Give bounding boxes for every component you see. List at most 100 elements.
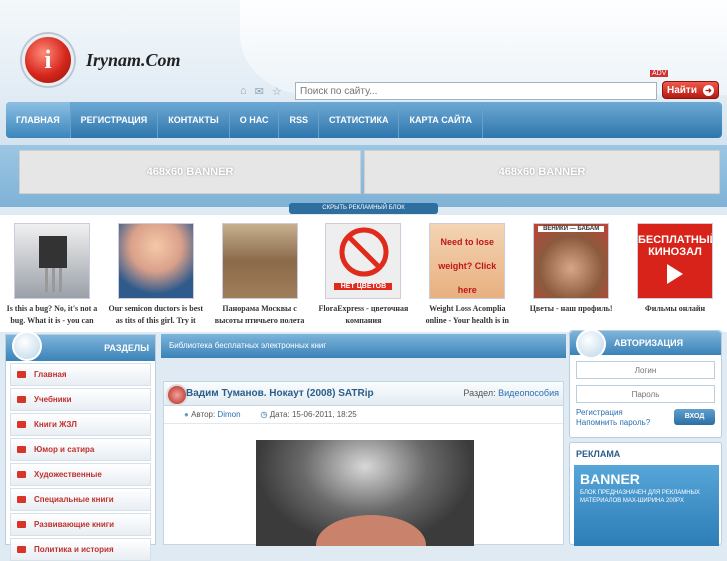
side-banner-text: БЛОК ПРЕДНАЗНАЧЕН ДЛЯ РЕКЛАМНЫХ МАТЕРИАЛ… [580,490,700,504]
category-link[interactable]: Видеопособия [498,388,559,398]
ad-item[interactable]: Need to lose weight? Click here Weight L… [419,215,515,332]
sidebar-item-textbooks[interactable]: Учебники [10,388,151,411]
magnifier-icon [12,331,42,361]
folder-icon [17,521,26,528]
ad-image[interactable] [221,223,298,299]
key-icon [576,329,606,359]
main-content: Библиотека бесплатных электронных книг В… [161,334,566,546]
ad-image[interactable]: Need to lose weight? Click here [429,223,506,299]
post-category: Раздел: Видеопособия [463,388,559,398]
post-title[interactable]: Вадим Туманов. Нокаут (2008) SATRip [186,388,374,399]
header-decoration [240,0,727,95]
date-value: 15-06-2011, 18:25 [291,410,357,419]
category-label: Раздел: [463,388,496,398]
sidebar-item-special[interactable]: Специальные книги [10,488,151,511]
nav-rss[interactable]: RSS [279,102,319,138]
sidebar-item-home[interactable]: Главная [10,363,151,386]
adv-label: ADV [650,70,669,77]
folder-icon [17,471,26,478]
ad-caption[interactable]: FloraExpress - цветочная компания [315,303,411,329]
ad-caption[interactable]: Is this a bug? No, it's not a bug. What … [4,303,100,329]
post-icon [166,384,188,406]
ad-caption[interactable]: Weight Loss Acomplia online - Your healt… [419,303,515,329]
post-date: ◷ Дата: 15-06-2011, 18:25 [261,410,357,423]
sidebar-item-label: Развивающие книги [34,520,115,529]
nav-home[interactable]: ГЛАВНАЯ [6,102,71,138]
logo-letter: i [44,45,52,74]
ad-caption[interactable]: Фильмы онлайн [627,303,723,329]
post-header: Вадим Туманов. Нокаут (2008) SATRip Разд… [164,382,563,406]
header: i Irynam.Com ⌂ ✉ ☆ ADV Найти ➜ ГЛАВНАЯ Р… [0,0,727,145]
author-label: Автор: [191,410,216,419]
sections-title: РАЗДЕЛЫ [104,343,149,353]
ad-image[interactable]: ВЕНИКИ — БАБАМ [533,223,610,299]
arrow-icon: ➜ [702,84,714,96]
sidebar-item-biographies[interactable]: Книги ЖЗЛ [10,413,151,436]
ad-caption[interactable]: Панорама Москвы с высоты птичьего полета [212,303,308,329]
folder-icon [17,546,26,553]
ad-item[interactable]: Панорама Москвы с высоты птичьего полета [212,215,308,332]
nav-sitemap[interactable]: КАРТА САЙТА [399,102,483,138]
top-banner-right[interactable]: 468x60 BANNER [364,150,720,194]
sidebar-item-label: Главная [34,370,67,379]
ad-caption[interactable]: Цветы - наш профиль! [523,303,619,329]
site-name[interactable]: Irynam.Com [86,50,181,71]
folder-icon [17,496,26,503]
nav-about[interactable]: О НАС [230,102,280,138]
ad-image-text: ВЕНИКИ — БАБАМ [538,226,605,232]
mail-icon[interactable]: ✉ [255,85,264,98]
login-field[interactable] [576,361,715,379]
auth-header: АВТОРИЗАЦИЯ [570,329,721,359]
bookmark-icon[interactable]: ☆ [272,85,282,98]
ad-item[interactable]: ВЕНИКИ — БАБАМ Цветы - наш профиль! [523,215,619,332]
search-button[interactable]: Найти ➜ [662,81,719,99]
sections-header: РАЗДЕЛЫ [6,331,155,361]
nav-stats[interactable]: СТАТИСТИКА [319,102,400,138]
search-button-label: Найти [667,84,697,96]
clock-icon: ◷ [260,410,268,419]
ads-title: РЕКЛАМА [576,449,621,459]
auth-box: АВТОРИЗАЦИЯ Регистрация Напомнить пароль… [569,329,722,438]
image-face [316,515,426,546]
play-icon [666,264,683,284]
ad-caption[interactable]: Our semicon ductors is best as tits of t… [108,303,204,329]
nav-register[interactable]: РЕГИСТРАЦИЯ [71,102,159,138]
sidebar-item-label: Юмор и сатира [34,445,95,454]
sidebar-item-label: Политика и история [34,545,114,554]
sidebar-item-fiction[interactable]: Художественные [10,463,151,486]
post-meta: ● Автор: Dimon ◷ Дата: 15-06-2011, 18:25 [164,406,563,424]
sidebar-item-politics[interactable]: Политика и история [10,538,151,561]
right-sidebar: АВТОРИЗАЦИЯ Регистрация Напомнить пароль… [569,329,722,546]
date-label: Дата: [269,410,290,419]
nav-contacts[interactable]: КОНТАКТЫ [158,102,230,138]
main-nav: ГЛАВНАЯ РЕГИСТРАЦИЯ КОНТАКТЫ О НАС RSS С… [6,102,722,138]
ad-item[interactable]: НЕТ ЦВЕТОВ FloraExpress - цветочная комп… [315,215,411,332]
sidebar-item-developing[interactable]: Развивающие книги [10,513,151,536]
ad-item[interactable]: Our semicon ductors is best as tits of t… [108,215,204,332]
side-banner-title: BANNER [580,471,640,487]
logo-icon[interactable]: i [22,34,74,86]
login-button[interactable]: ВХОД [674,409,715,425]
search-input[interactable] [295,82,657,100]
ad-image[interactable] [13,223,90,299]
ad-image-text: Need to lose weight? Click here [438,237,497,295]
ad-image[interactable]: БЕСПЛАТНЫЙ КИНОЗАЛ [636,223,713,299]
password-field[interactable] [576,385,715,403]
side-banner[interactable]: BANNER БЛОК ПРЕДНАЗНАЧЕН ДЛЯ РЕКЛАМНЫХ М… [574,465,719,546]
ad-image[interactable]: НЕТ ЦВЕТОВ [325,223,402,299]
ad-item[interactable]: Is this a bug? No, it's not a bug. What … [4,215,100,332]
top-banner-left[interactable]: 468x60 BANNER [19,150,361,194]
home-icon[interactable]: ⌂ [240,85,247,98]
folder-icon [17,446,26,453]
ad-item[interactable]: БЕСПЛАТНЫЙ КИНОЗАЛ Фильмы онлайн [627,215,723,332]
quick-icons: ⌂ ✉ ☆ [240,85,282,98]
ad-image[interactable] [117,223,194,299]
hide-ads-toggle[interactable]: СКРЫТЬ РЕКЛАМНЫЙ БЛОК [289,203,438,214]
post-image[interactable] [256,440,474,546]
transistor-image [38,236,67,292]
user-icon: ● [184,410,189,419]
post: Вадим Туманов. Нокаут (2008) SATRip Разд… [163,381,564,546]
author-link[interactable]: Dimon [217,410,240,419]
sidebar-item-humor[interactable]: Юмор и сатира [10,438,151,461]
no-flowers-icon [339,227,389,277]
